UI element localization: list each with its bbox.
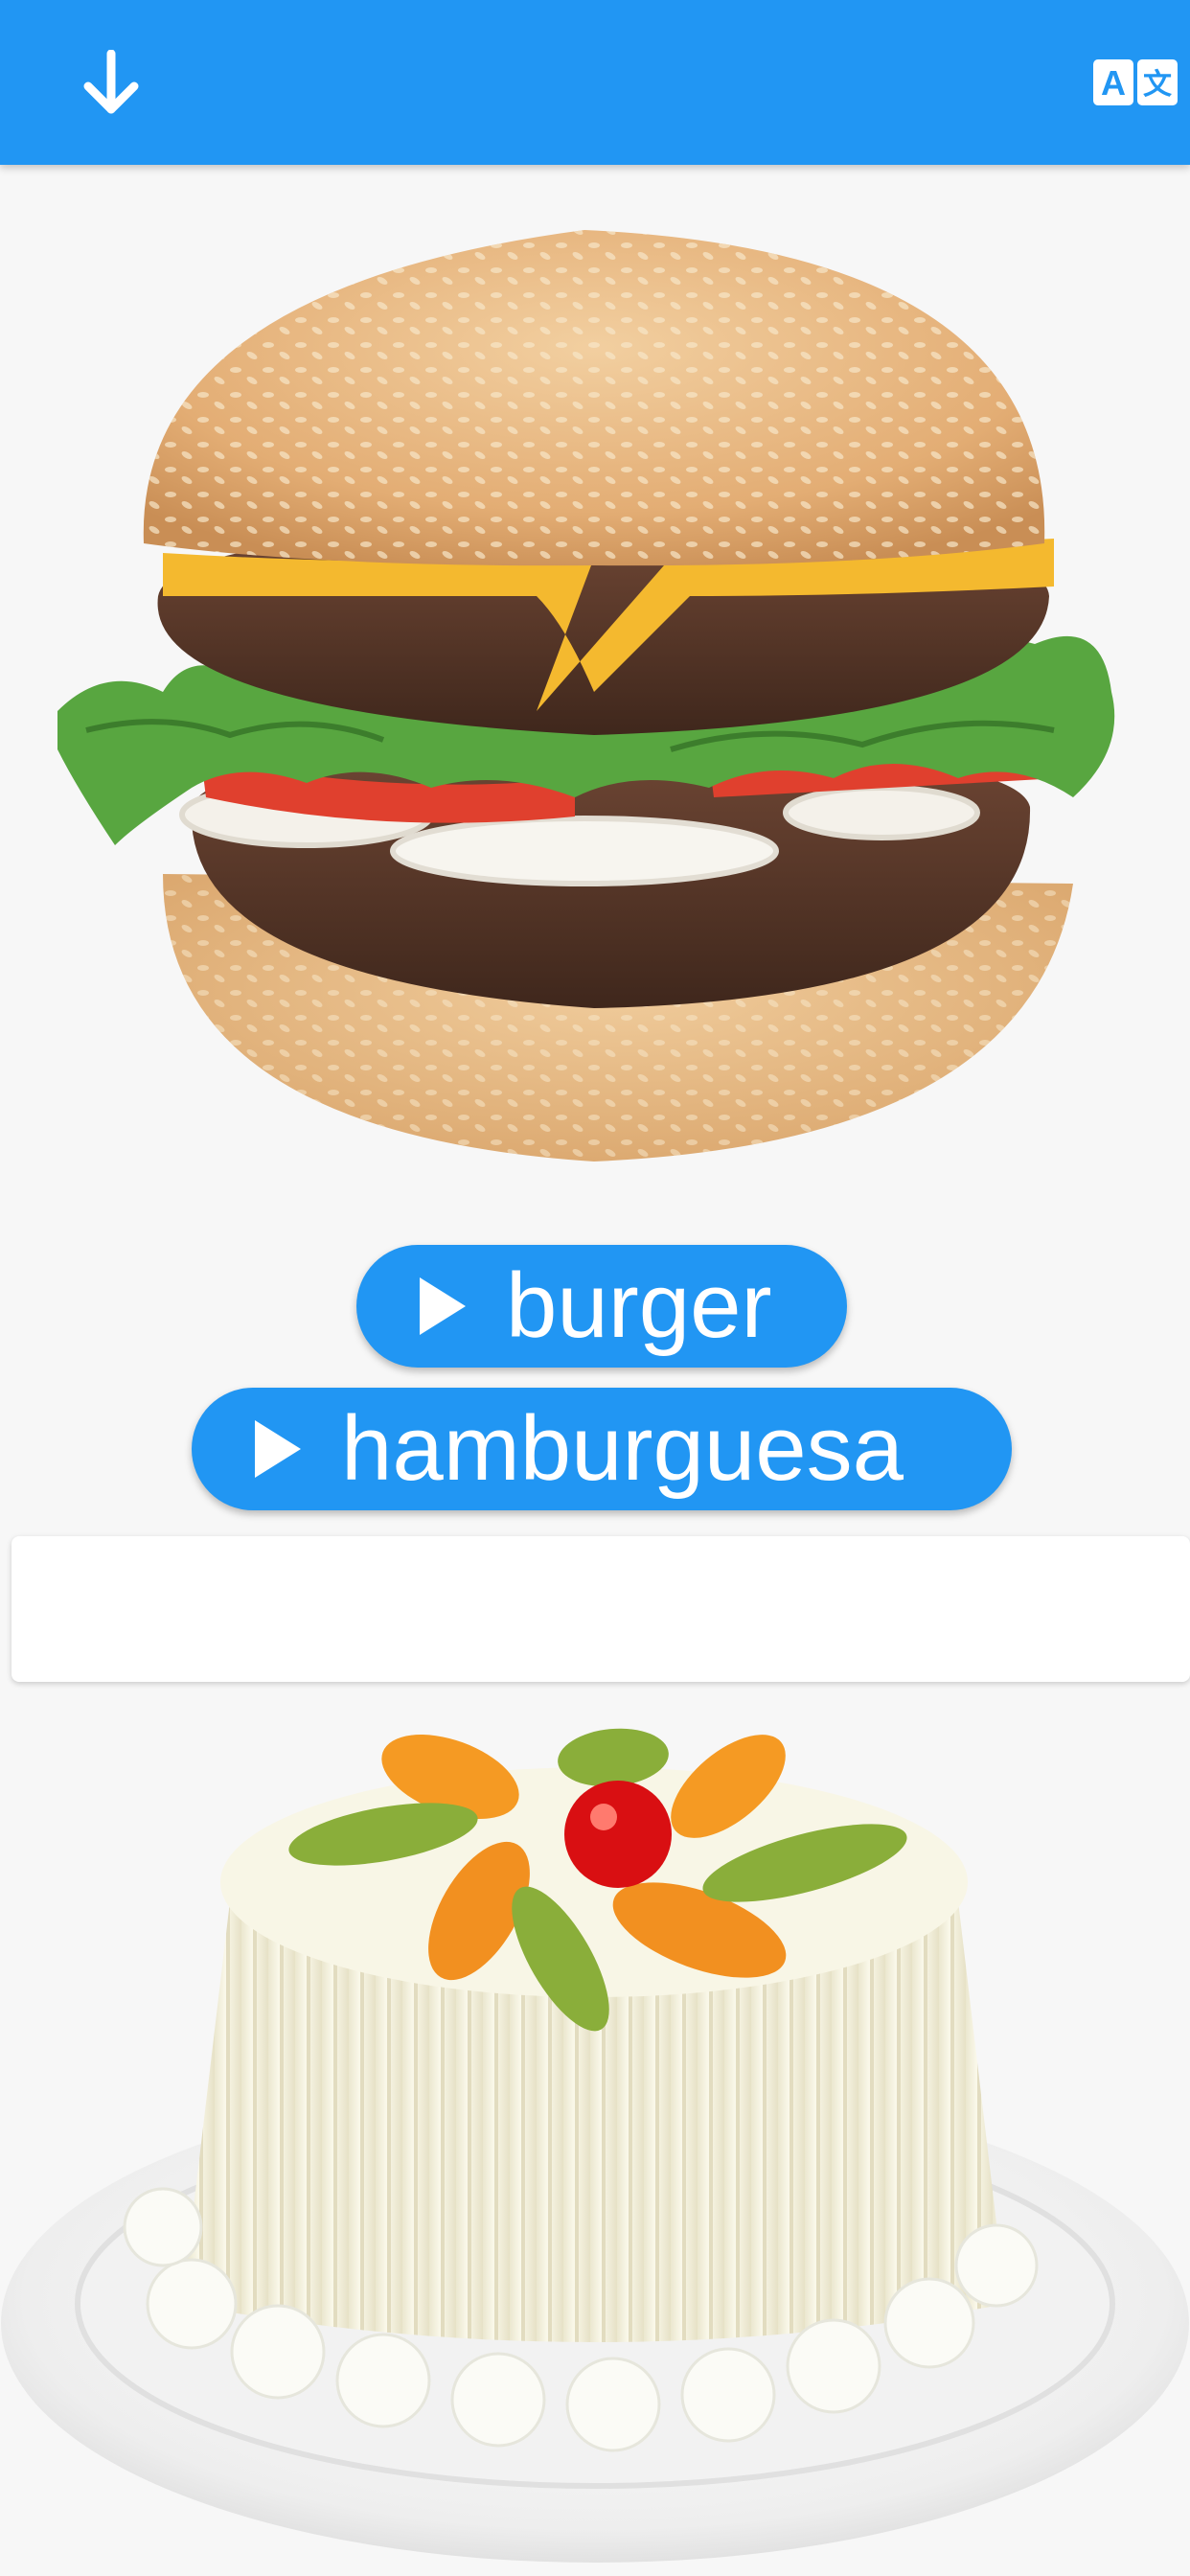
translate-button[interactable]: A 文: [1083, 30, 1188, 135]
translate-icon: A 文: [1093, 59, 1178, 105]
word-label: hamburguesa: [341, 1397, 904, 1500]
word-button-burger[interactable]: burger: [356, 1245, 847, 1368]
blank-card: [11, 1536, 1190, 1682]
cake-photo: [0, 1690, 1190, 2576]
play-icon: [255, 1420, 301, 1478]
translate-glyph-a: A: [1101, 63, 1126, 103]
arrow-down-icon: [83, 50, 139, 114]
word-label: burger: [506, 1254, 772, 1357]
app-bar: A 文: [0, 0, 1190, 165]
download-button[interactable]: [58, 30, 164, 135]
burger-photo: [0, 213, 1190, 1186]
translate-glyph-zh: 文: [1143, 68, 1172, 102]
play-icon: [420, 1277, 466, 1335]
word-button-hamburguesa[interactable]: hamburguesa: [192, 1388, 1012, 1510]
